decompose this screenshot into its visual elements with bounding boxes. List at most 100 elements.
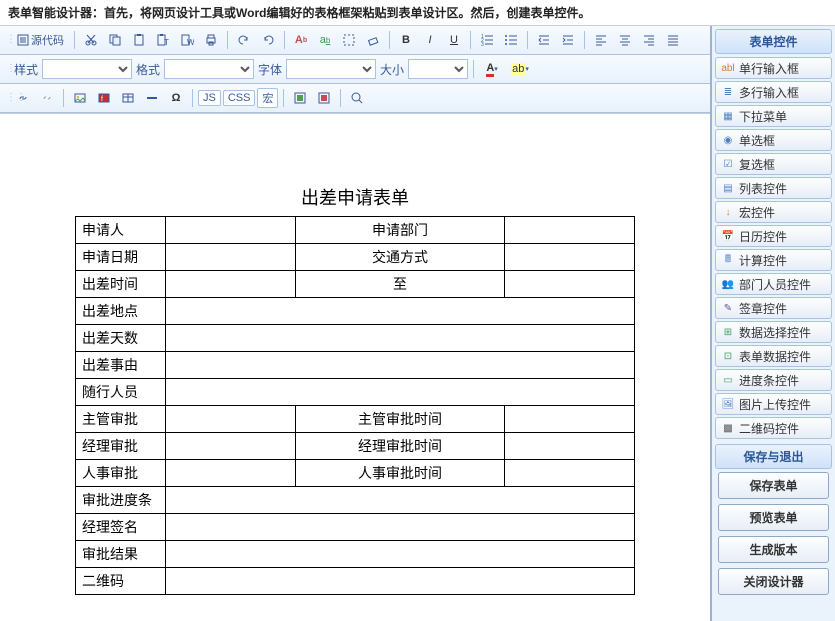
- bold-button[interactable]: B: [395, 29, 417, 51]
- control-label: 图片上传控件: [739, 396, 811, 413]
- hr-button[interactable]: [141, 87, 163, 109]
- underline-button[interactable]: U: [443, 29, 465, 51]
- cell-applicant[interactable]: 申请人: [76, 217, 166, 244]
- control-item-5[interactable]: ▤列表控件: [715, 177, 832, 199]
- cell-sign[interactable]: 经理签名: [76, 514, 166, 541]
- outdent-button[interactable]: [533, 29, 555, 51]
- control-label: 宏控件: [739, 204, 775, 221]
- cell-hr-approve[interactable]: 人事审批: [76, 460, 166, 487]
- cell-reason[interactable]: 出差事由: [76, 352, 166, 379]
- control-item-4[interactable]: ☑复选框: [715, 153, 832, 175]
- select-all-button[interactable]: [338, 29, 360, 51]
- control-item-7[interactable]: 📅日历控件: [715, 225, 832, 247]
- control-item-1[interactable]: ≣多行输入框: [715, 81, 832, 103]
- bg-color-button[interactable]: ab▾: [507, 58, 533, 80]
- cut-button[interactable]: [80, 29, 102, 51]
- unlink-button[interactable]: [36, 87, 58, 109]
- copy-button[interactable]: [104, 29, 126, 51]
- control-item-8[interactable]: 🖩计算控件: [715, 249, 832, 271]
- grip-icon: ⋮⋮: [6, 96, 10, 100]
- cell-location[interactable]: 出差地点: [76, 298, 166, 325]
- cell-to[interactable]: 至: [296, 271, 505, 298]
- hr-icon: [145, 91, 159, 105]
- scissors-icon: [84, 33, 98, 47]
- undo-icon: [237, 33, 251, 47]
- source-button[interactable]: 源代码: [12, 29, 69, 51]
- replace-button[interactable]: ab: [314, 29, 336, 51]
- control-item-6[interactable]: ↓宏控件: [715, 201, 832, 223]
- js-button[interactable]: JS: [198, 90, 221, 106]
- action-button-3[interactable]: 关闭设计器: [718, 568, 829, 595]
- cell-sup-time[interactable]: 主管审批时间: [296, 406, 505, 433]
- paste-button[interactable]: [128, 29, 150, 51]
- module-2-button[interactable]: [313, 87, 335, 109]
- align-justify-button[interactable]: [662, 29, 684, 51]
- control-item-15[interactable]: ▩二维码控件: [715, 417, 832, 439]
- cell-progress[interactable]: 审批进度条: [76, 487, 166, 514]
- link-button[interactable]: [12, 87, 34, 109]
- special-char-button[interactable]: Ω: [165, 87, 187, 109]
- cell-result[interactable]: 审批结果: [76, 541, 166, 568]
- font-select[interactable]: [286, 59, 376, 79]
- cell-time[interactable]: 出差时间: [76, 271, 166, 298]
- align-center-button[interactable]: [614, 29, 636, 51]
- italic-button[interactable]: I: [419, 29, 441, 51]
- align-left-button[interactable]: [590, 29, 612, 51]
- form-title: 出差申请表单: [0, 184, 710, 210]
- unordered-list-icon: [504, 33, 518, 47]
- cell-companion[interactable]: 随行人员: [76, 379, 166, 406]
- action-button-2[interactable]: 生成版本: [718, 536, 829, 563]
- control-item-9[interactable]: 👥部门人员控件: [715, 273, 832, 295]
- control-item-0[interactable]: abl单行输入框: [715, 57, 832, 79]
- control-item-14[interactable]: 🖼图片上传控件: [715, 393, 832, 415]
- flash-button[interactable]: f: [93, 87, 115, 109]
- cell-mgr-time[interactable]: 经理审批时间: [296, 433, 505, 460]
- cell-mgr-approve[interactable]: 经理审批: [76, 433, 166, 460]
- style-select[interactable]: [42, 59, 132, 79]
- align-right-icon: [642, 33, 656, 47]
- flash-icon: f: [97, 91, 111, 105]
- ul-button[interactable]: [500, 29, 522, 51]
- cell-qrcode[interactable]: 二维码: [76, 568, 166, 595]
- control-item-10[interactable]: ✎签章控件: [715, 297, 832, 319]
- cell-dept[interactable]: 申请部门: [296, 217, 505, 244]
- align-right-button[interactable]: [638, 29, 660, 51]
- preview-button[interactable]: [346, 87, 368, 109]
- print-button[interactable]: [200, 29, 222, 51]
- remove-format-button[interactable]: [362, 29, 384, 51]
- macro-button[interactable]: 宏: [257, 88, 278, 108]
- control-item-13[interactable]: ▭进度条控件: [715, 369, 832, 391]
- cell-hr-time[interactable]: 人事审批时间: [296, 460, 505, 487]
- size-select[interactable]: [408, 59, 468, 79]
- paste-text-button[interactable]: T: [152, 29, 174, 51]
- actions-list: 保存表单预览表单生成版本关闭设计器: [712, 472, 835, 600]
- action-button-0[interactable]: 保存表单: [718, 472, 829, 499]
- image-button[interactable]: [69, 87, 91, 109]
- action-button-1[interactable]: 预览表单: [718, 504, 829, 531]
- paste-word-button[interactable]: W: [176, 29, 198, 51]
- cell-date[interactable]: 申请日期: [76, 244, 166, 271]
- css-button[interactable]: CSS: [223, 90, 256, 106]
- svg-text:T: T: [164, 38, 169, 47]
- redo-button[interactable]: [257, 29, 279, 51]
- svg-text:W: W: [187, 38, 194, 47]
- canvas-area[interactable]: 出差申请表单 申请人申请部门 申请日期交通方式 出差时间至 出差地点 出差天数 …: [0, 113, 710, 621]
- cell-days[interactable]: 出差天数: [76, 325, 166, 352]
- ol-button[interactable]: 123: [476, 29, 498, 51]
- undo-button[interactable]: [233, 29, 255, 51]
- control-icon: ⊞: [721, 325, 735, 339]
- control-item-12[interactable]: ⊡表单数据控件: [715, 345, 832, 367]
- indent-button[interactable]: [557, 29, 579, 51]
- table-button[interactable]: [117, 87, 139, 109]
- cell-transport[interactable]: 交通方式: [296, 244, 505, 271]
- cell-sup-approve[interactable]: 主管审批: [76, 406, 166, 433]
- image-icon: [73, 91, 87, 105]
- format-select[interactable]: [164, 59, 254, 79]
- text-color-button[interactable]: A▾: [479, 58, 505, 80]
- control-item-3[interactable]: ◉单选框: [715, 129, 832, 151]
- control-item-11[interactable]: ⊞数据选择控件: [715, 321, 832, 343]
- module-1-button[interactable]: [289, 87, 311, 109]
- control-label: 部门人员控件: [739, 276, 811, 293]
- control-item-2[interactable]: ▦下拉菜单: [715, 105, 832, 127]
- find-button[interactable]: Ab: [290, 29, 312, 51]
